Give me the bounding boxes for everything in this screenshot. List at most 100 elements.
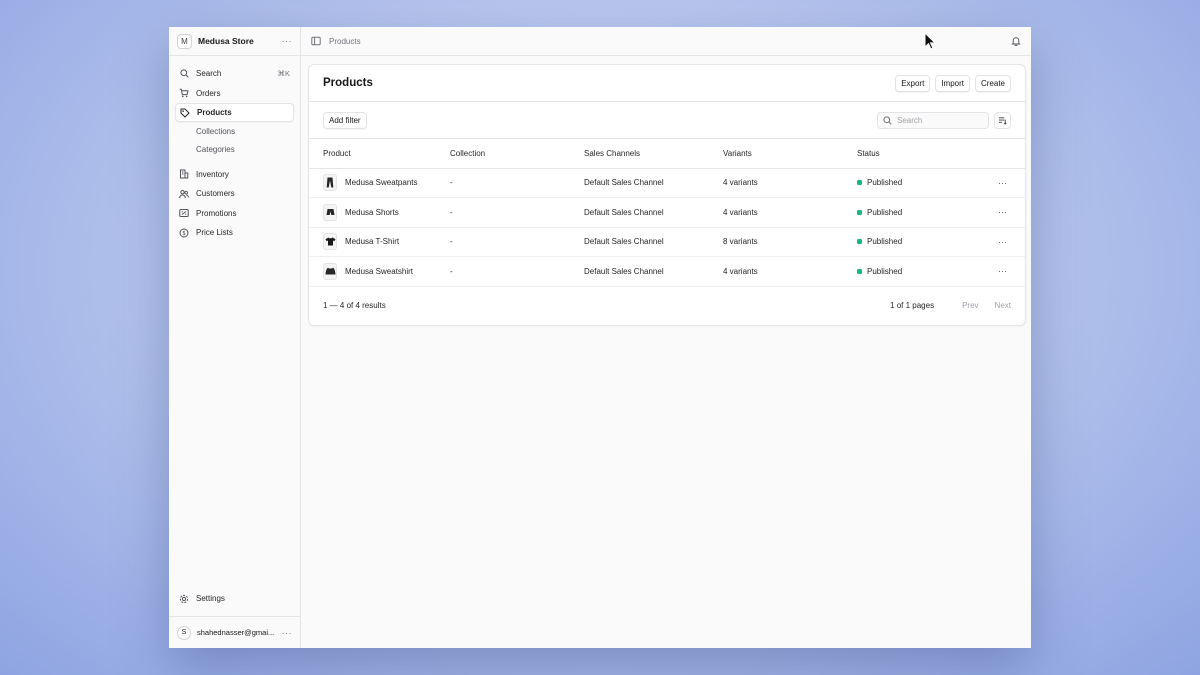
sidebar-nav: Search ⌘K Orders Products Collections Ca… — [169, 56, 300, 243]
export-button[interactable]: Export — [895, 74, 931, 92]
status-badge: Published — [857, 267, 977, 276]
product-name: Medusa T-Shirt — [345, 237, 400, 247]
table-row[interactable]: Medusa Sweatshirt - Default Sales Channe… — [309, 256, 1025, 287]
product-sales-channel: Default Sales Channel — [584, 197, 723, 228]
users-icon — [179, 189, 189, 199]
row-actions-menu-icon[interactable]: ··· — [977, 256, 1025, 287]
sidebar-item-settings[interactable]: Settings — [175, 589, 294, 608]
row-actions-menu-icon[interactable]: ··· — [977, 227, 1025, 257]
product-sales-channel: Default Sales Channel — [584, 168, 723, 198]
topbar: Products — [301, 27, 1031, 56]
search-placeholder: Search — [897, 115, 923, 125]
sidebar-subitem-categories[interactable]: Categories — [175, 141, 294, 159]
search-input[interactable]: Search — [877, 111, 989, 129]
create-button[interactable]: Create — [974, 74, 1011, 92]
column-header-product[interactable]: Product — [309, 139, 450, 169]
sidebar-item-products[interactable]: Products — [175, 103, 294, 122]
add-filter-button[interactable]: Add filter — [323, 111, 367, 129]
pagination: 1 — 4 of 4 results 1 of 1 pages Prev Nex… — [309, 287, 1025, 325]
sidebar-item-search[interactable]: Search ⌘K — [175, 64, 294, 83]
sidebar-item-label: Price Lists — [196, 228, 233, 237]
store-switcher[interactable]: M Medusa Store ··· — [169, 27, 300, 56]
user-menu[interactable]: S shahednasser@gmai... ··· — [169, 616, 300, 648]
main-content: Products Products Export Import Create A… — [301, 27, 1031, 648]
product-collection: - — [450, 168, 584, 198]
sidebar-item-inventory[interactable]: Inventory — [175, 165, 294, 184]
receipt-icon — [179, 208, 189, 218]
page-indicator: 1 of 1 pages — [890, 301, 935, 310]
products-card: Products Export Import Create Add filter… — [308, 64, 1026, 326]
product-variants: 4 variants — [723, 256, 857, 287]
next-button[interactable]: Next — [995, 301, 1011, 310]
sidebar-footer: Settings S shahednasser@gmai... ··· — [169, 589, 300, 648]
pants-thumbnail — [323, 174, 337, 192]
user-menu-icon[interactable]: ··· — [282, 628, 293, 638]
product-collection: - — [450, 197, 584, 228]
store-menu-icon[interactable]: ··· — [282, 36, 293, 46]
store-avatar: M — [177, 33, 192, 49]
sidebar-item-price-lists[interactable]: $ Price Lists — [175, 223, 294, 242]
column-header-collection[interactable]: Collection — [450, 139, 584, 169]
row-actions-menu-icon[interactable]: ··· — [977, 168, 1025, 198]
status-dot — [857, 180, 862, 186]
sidebar-item-label: Customers — [196, 189, 235, 198]
gear-icon — [179, 594, 189, 604]
status-badge: Published — [857, 178, 977, 187]
product-name: Medusa Sweatshirt — [345, 266, 414, 276]
currency-icon: $ — [179, 228, 189, 238]
user-email: shahednasser@gmai... — [197, 628, 275, 637]
sidebar-item-label: Inventory — [196, 169, 229, 179]
status-dot — [857, 268, 862, 274]
row-actions-menu-icon[interactable]: ··· — [977, 197, 1025, 228]
status-dot — [857, 209, 862, 215]
sidebar-item-promotions[interactable]: Promotions — [175, 204, 294, 223]
breadcrumb[interactable]: Products — [329, 37, 1011, 46]
avatar: S — [177, 625, 191, 640]
column-header-actions — [977, 139, 1025, 169]
table-row[interactable]: Medusa Shorts - Default Sales Channel 4 … — [309, 197, 1025, 228]
product-variants: 8 variants — [723, 227, 857, 257]
status-badge: Published — [857, 237, 977, 246]
prev-button[interactable]: Prev — [962, 301, 978, 310]
sidebar-item-orders[interactable]: Orders — [175, 84, 294, 103]
column-header-status[interactable]: Status — [857, 139, 977, 169]
column-header-variants[interactable]: Variants — [723, 139, 857, 169]
sidebar-item-label: Orders — [196, 88, 221, 98]
column-header-sales-channels[interactable]: Sales Channels — [584, 139, 723, 169]
import-button[interactable]: Import — [935, 74, 970, 92]
tshirt-thumbnail — [323, 233, 337, 251]
sort-button[interactable] — [994, 111, 1011, 129]
table-row[interactable]: Medusa Sweatpants - Default Sales Channe… — [309, 168, 1025, 198]
product-collection: - — [450, 256, 584, 287]
sort-icon — [998, 116, 1007, 125]
svg-text:$: $ — [182, 230, 186, 237]
shorts-thumbnail — [323, 203, 337, 221]
search-icon — [179, 69, 189, 79]
sweatshirt-thumbnail — [323, 262, 337, 280]
sidebar-item-label: Promotions — [196, 208, 237, 218]
sidebar-item-label: Settings — [196, 594, 225, 603]
status-badge: Published — [857, 208, 977, 217]
search-shortcut: ⌘K — [277, 69, 290, 78]
sidebar: M Medusa Store ··· Search ⌘K Orders Prod… — [169, 27, 301, 648]
table-header-row: Product Collection Sales Channels Varian… — [309, 139, 1025, 169]
bell-icon[interactable] — [1011, 36, 1021, 46]
card-header: Products Export Import Create — [309, 65, 1025, 102]
product-sales-channel: Default Sales Channel — [584, 256, 723, 287]
sidebar-toggle-icon[interactable] — [311, 36, 321, 46]
search-icon — [883, 115, 892, 125]
table-row[interactable]: Medusa T-Shirt - Default Sales Channel 8… — [309, 227, 1025, 257]
sidebar-item-label: Products — [197, 108, 232, 117]
building-icon — [179, 169, 189, 179]
products-table: Product Collection Sales Channels Varian… — [309, 139, 1025, 287]
sidebar-item-customers[interactable]: Customers — [175, 184, 294, 203]
sidebar-subitem-collections[interactable]: Collections — [175, 123, 294, 141]
product-variants: 4 variants — [723, 197, 857, 228]
product-variants: 4 variants — [723, 168, 857, 198]
cart-icon — [179, 88, 189, 98]
store-name: Medusa Store — [198, 36, 254, 46]
sidebar-item-label: Search — [196, 69, 222, 78]
tag-icon — [180, 108, 190, 118]
product-sales-channel: Default Sales Channel — [584, 227, 723, 257]
status-dot — [857, 239, 862, 245]
